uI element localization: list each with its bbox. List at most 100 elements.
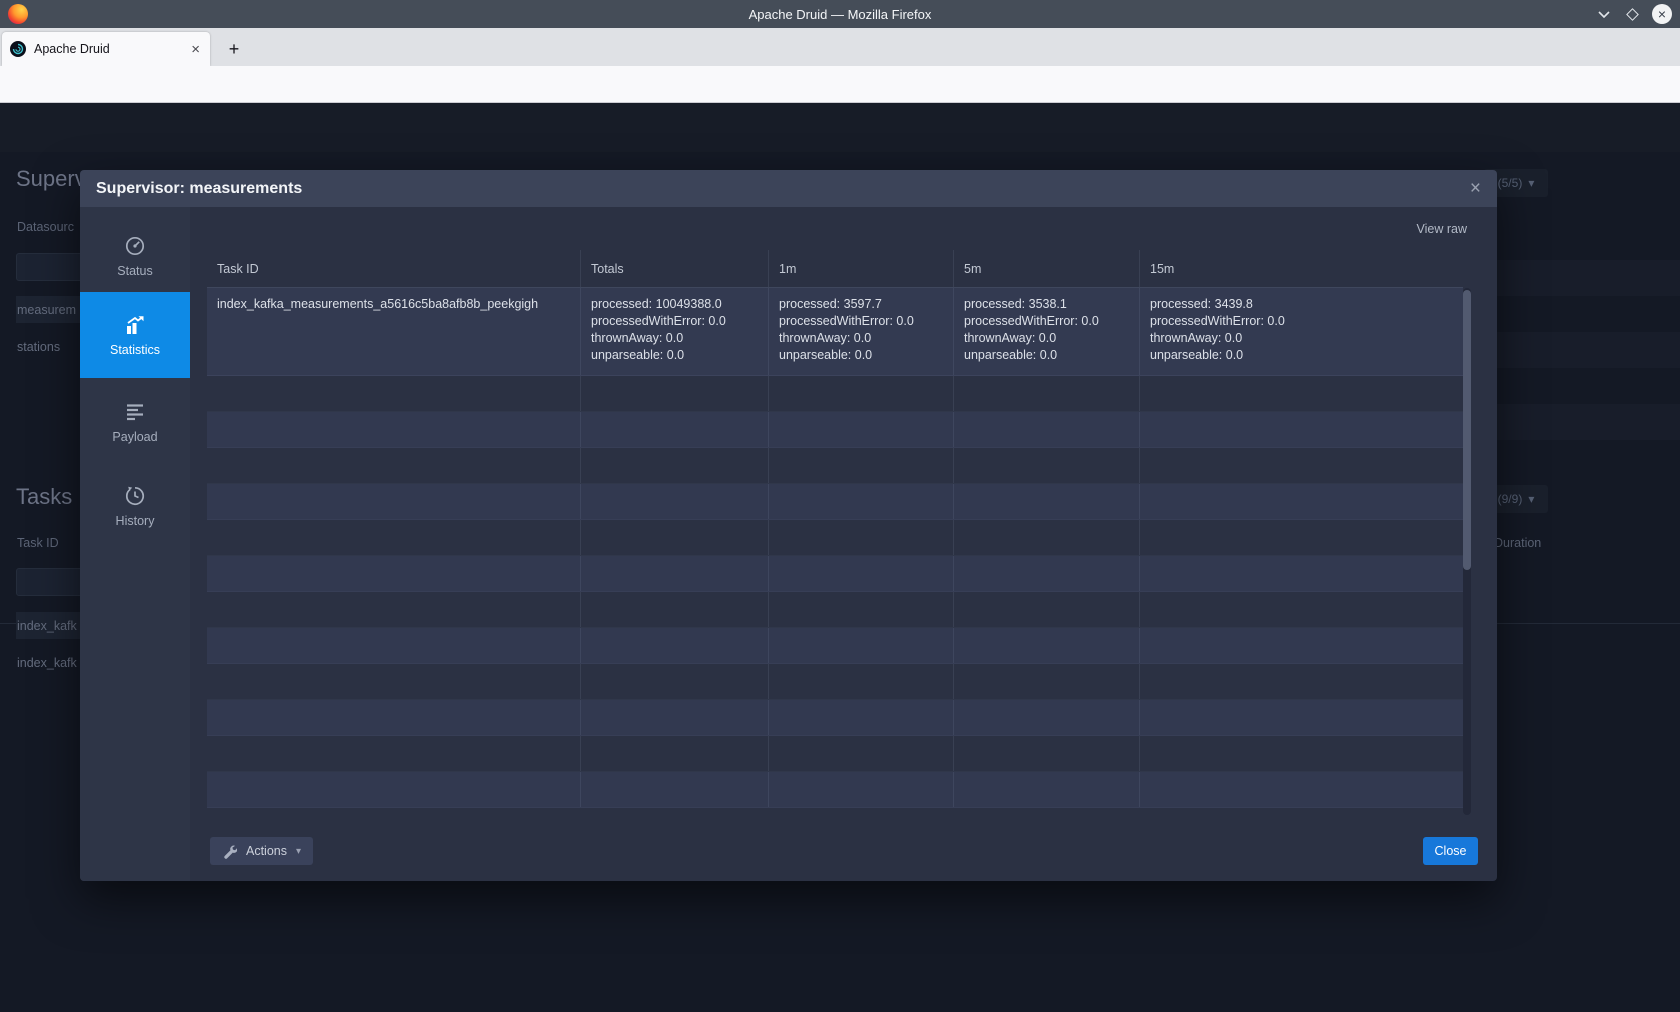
- empty-cell: [953, 664, 1139, 699]
- stat-line: unparseable: 0.0: [1150, 347, 1453, 364]
- empty-cell: [580, 520, 768, 555]
- window-title: Apache Druid — Mozilla Firefox: [0, 7, 1680, 22]
- empty-cell: [768, 628, 953, 663]
- dialog-title: Supervisor: measurements: [96, 180, 1470, 198]
- tasks-section-title: Tasks: [16, 484, 72, 510]
- empty-cell: [1139, 412, 1463, 447]
- table-row-empty: [207, 592, 1463, 628]
- task-row[interactable]: index_kafk: [17, 656, 77, 670]
- view-raw-link[interactable]: View raw: [1417, 222, 1467, 236]
- supervisor-dialog: Supervisor: measurements × Status: [80, 170, 1497, 881]
- table-scrollbar-thumb[interactable]: [1463, 290, 1471, 570]
- stat-line: processed: 3439.8: [1150, 296, 1453, 313]
- empty-cell: [580, 412, 768, 447]
- empty-cell: [207, 592, 580, 627]
- empty-cell: [207, 736, 580, 771]
- empty-cell: [580, 628, 768, 663]
- actions-button[interactable]: Actions ▾: [210, 837, 313, 865]
- stat-line: processed: 3597.7: [779, 296, 943, 313]
- tab-history[interactable]: History: [80, 463, 190, 549]
- stat-line: unparseable: 0.0: [779, 347, 943, 364]
- stat-line: processed: 3538.1: [964, 296, 1129, 313]
- empty-cell: [207, 772, 580, 807]
- column-header-5m[interactable]: 5m: [953, 250, 1139, 287]
- background-stripe: [1480, 404, 1680, 440]
- duration-column-header: Duration: [1494, 536, 1541, 550]
- cell-1m: processed: 3597.7 processedWithError: 0.…: [768, 288, 953, 375]
- empty-cell: [768, 664, 953, 699]
- empty-rows: [207, 376, 1463, 808]
- wrench-icon: [222, 844, 237, 859]
- window-close-button[interactable]: ×: [1652, 4, 1672, 24]
- table-rows: index_kafka_measurements_a5616c5ba8afb8b…: [207, 288, 1463, 815]
- table-row-empty: [207, 412, 1463, 448]
- empty-cell: [580, 376, 768, 411]
- column-header-15m[interactable]: 15m: [1139, 250, 1463, 287]
- tab-statistics[interactable]: Statistics: [80, 292, 190, 378]
- empty-cell: [207, 664, 580, 699]
- empty-cell: [580, 700, 768, 735]
- empty-cell: [580, 556, 768, 591]
- browser-toolbar: ← → 172.18.0.4:30899/unified-console.htm…: [0, 66, 1680, 103]
- empty-cell: [1139, 448, 1463, 483]
- tab-close-icon[interactable]: ×: [189, 41, 202, 58]
- empty-cell: [1139, 664, 1463, 699]
- stat-line: unparseable: 0.0: [591, 347, 758, 364]
- tab-favicon-druid: [10, 41, 26, 57]
- tab-strip: Apache Druid × +: [0, 28, 1680, 66]
- empty-cell: [953, 448, 1139, 483]
- window-maximize-button[interactable]: [1622, 5, 1642, 23]
- empty-cell: [768, 412, 953, 447]
- empty-cell: [207, 628, 580, 663]
- tab-payload[interactable]: Payload: [80, 379, 190, 465]
- window-minimize-button[interactable]: [1594, 5, 1614, 23]
- chevron-down-icon: ▾: [296, 846, 301, 857]
- column-header-totals[interactable]: Totals: [580, 250, 768, 287]
- empty-cell: [580, 664, 768, 699]
- empty-cell: [953, 484, 1139, 519]
- supervisor-row[interactable]: stations: [17, 340, 60, 354]
- table-row-empty: [207, 736, 1463, 772]
- empty-cell: [580, 484, 768, 519]
- stat-line: thrownAway: 0.0: [1150, 330, 1453, 347]
- browser-tab-apache-druid[interactable]: Apache Druid ×: [2, 32, 210, 66]
- tasks-filter-input[interactable]: [16, 568, 90, 596]
- stat-line: processedWithError: 0.0: [1150, 313, 1453, 330]
- tab-label: History: [116, 514, 155, 528]
- cell-totals: processed: 10049388.0 processedWithError…: [580, 288, 768, 375]
- supervisor-row[interactable]: measurem: [17, 303, 76, 317]
- column-header-task-id[interactable]: Task ID: [207, 250, 580, 287]
- close-button[interactable]: Close: [1423, 837, 1478, 865]
- actions-button-label: Actions: [246, 844, 287, 858]
- empty-cell: [768, 520, 953, 555]
- supervisors-filter-input[interactable]: [16, 253, 90, 281]
- dialog-close-icon[interactable]: ×: [1470, 179, 1481, 198]
- empty-cell: [768, 592, 953, 627]
- empty-cell: [207, 412, 580, 447]
- new-tab-button[interactable]: +: [222, 37, 246, 61]
- druid-navbar: druid Load data Ingestion Datasources: [0, 103, 1680, 152]
- cell-task-id: index_kafka_measurements_a5616c5ba8afb8b…: [207, 288, 580, 375]
- align-left-icon: [124, 401, 146, 423]
- empty-cell: [953, 376, 1139, 411]
- empty-cell: [207, 556, 580, 591]
- stat-line: processedWithError: 0.0: [779, 313, 943, 330]
- column-header-1m[interactable]: 1m: [768, 250, 953, 287]
- window-titlebar: Apache Druid — Mozilla Firefox ×: [0, 0, 1680, 28]
- tasks-count: (9/9): [1498, 492, 1523, 506]
- stat-line: thrownAway: 0.0: [591, 330, 758, 347]
- empty-cell: [1139, 772, 1463, 807]
- background-stripe: [1480, 332, 1680, 368]
- stat-line: unparseable: 0.0: [964, 347, 1129, 364]
- empty-cell: [768, 556, 953, 591]
- empty-cell: [1139, 520, 1463, 555]
- tab-label: Payload: [112, 430, 157, 444]
- task-id-column-header: Task ID: [17, 536, 59, 550]
- tab-status[interactable]: Status: [80, 213, 190, 299]
- empty-cell: [768, 484, 953, 519]
- supervisors-count: (5/5): [1498, 176, 1523, 190]
- empty-cell: [580, 592, 768, 627]
- task-row[interactable]: index_kafk: [17, 619, 77, 633]
- table-row-empty: [207, 700, 1463, 736]
- bar-chart-arrow-icon: [124, 314, 146, 336]
